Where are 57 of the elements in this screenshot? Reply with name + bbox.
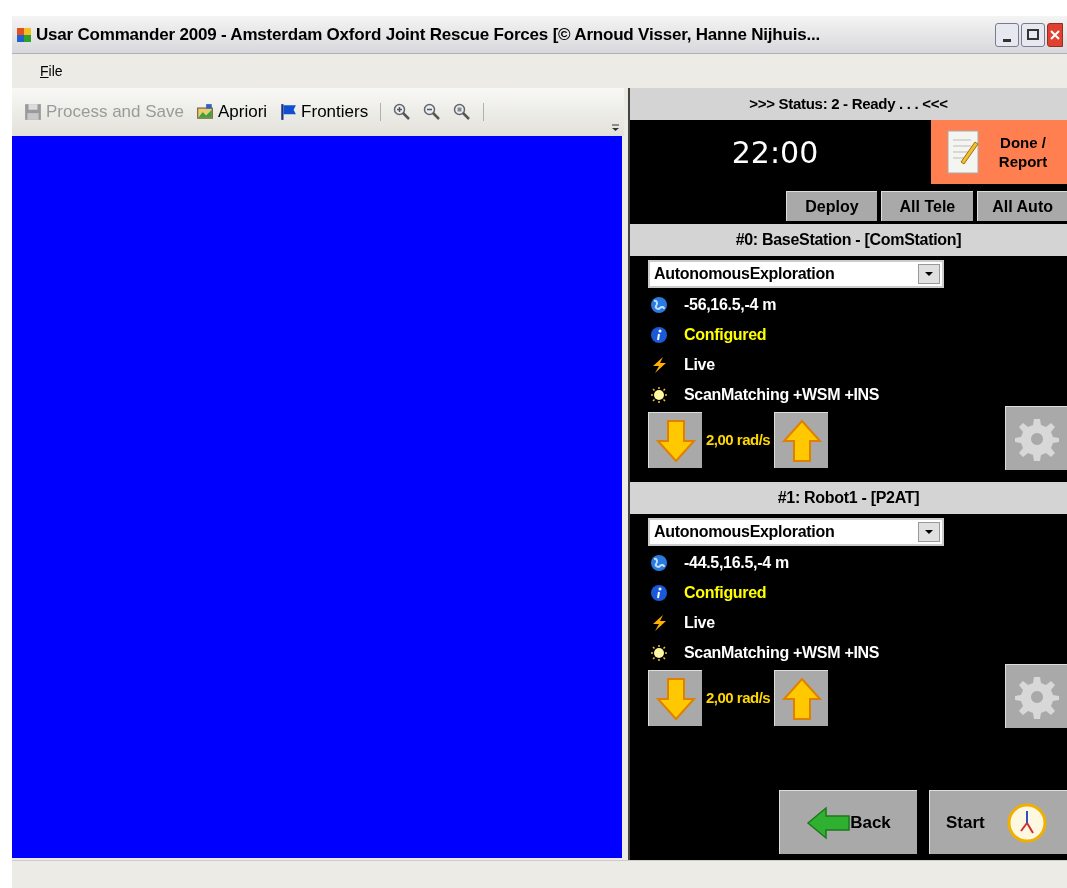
info-text: -44.5,16.5,-4 m [684, 553, 789, 573]
close-icon [1050, 29, 1060, 40]
info-icon [650, 584, 668, 602]
document-icon [947, 130, 979, 174]
app-icon [16, 26, 32, 43]
window-title: Usar Commander 2009 - Amsterdam Oxford Joint Rescue Forces [© Arnoud Visser, Hanne Nijhuis... [36, 23, 821, 46]
magnifier-icon[interactable] [453, 103, 472, 121]
dropdown-arrow-icon [924, 271, 934, 277]
maximize-icon [1027, 29, 1039, 40]
overflow-icon [611, 124, 620, 132]
up-arrow-icon [781, 418, 822, 463]
zoom-in-icon[interactable] [393, 103, 412, 121]
clock-icon [1006, 802, 1047, 843]
up-arrow-icon [781, 676, 822, 721]
info-text: ScanMatching +WSM +INS [684, 385, 880, 405]
save-icon [24, 103, 42, 121]
info-text: ScanMatching +WSM +INS [684, 643, 880, 663]
report-button[interactable]: Done / Report [931, 120, 1067, 184]
team-button[interactable]: All Auto [977, 191, 1067, 221]
timer-text: 22:00 [730, 133, 820, 172]
robot-header: #1: Robot1 - [P2AT] [630, 482, 1067, 514]
down-arrow-icon [655, 676, 696, 721]
team-button[interactable]: Deploy [786, 191, 877, 221]
down-arrow-icon [655, 418, 696, 463]
mode-dropdown[interactable]: AutonomousExploration [648, 518, 944, 546]
team-button[interactable]: All Tele [880, 191, 974, 221]
speed-text: 2,00 rad/s [705, 687, 772, 708]
info-text: Live [684, 613, 715, 633]
status-text: Configured [684, 325, 767, 345]
globe-icon [650, 554, 668, 572]
maximize-button[interactable] [1021, 22, 1045, 47]
info-icon [650, 326, 668, 344]
zoom-out-icon[interactable] [423, 103, 442, 121]
sun-icon [650, 644, 668, 662]
close-button[interactable] [1047, 22, 1063, 47]
back-button[interactable]: Back [779, 790, 917, 854]
start-button[interactable]: Start [929, 790, 1067, 854]
info-text: -56,16.5,-4 m [684, 295, 777, 315]
speed-text: 2,00 rad/s [705, 429, 772, 450]
status-text: Configured [684, 583, 767, 603]
robot-header: #0: BaseStation - [ComStation] [630, 224, 1067, 256]
info-text: Live [684, 355, 715, 375]
apriori-button[interactable]: Apriori [195, 99, 268, 125]
left-arrow-icon [806, 805, 851, 840]
dropdown-arrow-icon [924, 529, 934, 535]
minimize-icon [1003, 38, 1011, 42]
minimize-button[interactable] [995, 22, 1019, 47]
frontiers-button[interactable]: Frontiers [279, 99, 369, 125]
globe-icon [650, 296, 668, 314]
settings-icon [1014, 674, 1059, 719]
mode-dropdown[interactable]: AutonomousExploration [648, 260, 944, 288]
map-icon [195, 103, 214, 121]
menu-item[interactable]: File [36, 60, 67, 82]
settings-icon [1014, 416, 1059, 461]
status-header: >>> Status: 2 - Ready . . . <<< [630, 88, 1067, 120]
flag-icon [279, 103, 298, 121]
sun-icon [650, 386, 668, 404]
